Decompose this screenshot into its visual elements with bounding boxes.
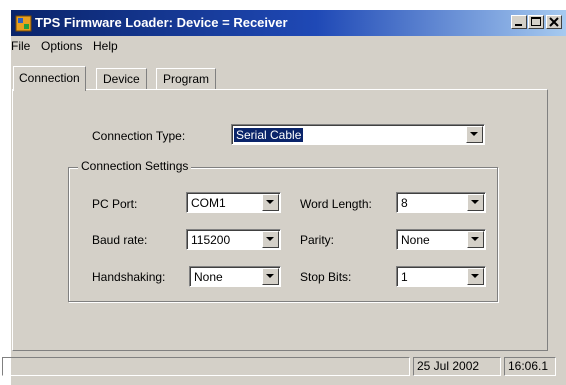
menu-bar: File Options Help bbox=[11, 36, 566, 56]
tab-connection[interactable]: Connection bbox=[13, 66, 86, 91]
maximize-icon bbox=[531, 17, 541, 26]
stop-bits-dropdown-button[interactable] bbox=[467, 268, 484, 285]
chevron-down-icon bbox=[471, 274, 479, 278]
connection-type-label: Connection Type: bbox=[92, 129, 186, 143]
title-bar[interactable]: TPS Firmware Loader: Device = Receiver bbox=[11, 10, 566, 36]
handshaking-select[interactable]: None bbox=[189, 266, 281, 287]
minimize-icon bbox=[515, 24, 522, 26]
status-time: 16:06.1 bbox=[504, 357, 556, 376]
baud-rate-value: 115200 bbox=[191, 233, 231, 247]
pc-port-label: PC Port: bbox=[92, 197, 138, 211]
parity-select[interactable]: None bbox=[396, 229, 486, 250]
word-length-dropdown-button[interactable] bbox=[467, 194, 484, 211]
pc-port-select[interactable]: COM1 bbox=[186, 192, 281, 213]
chevron-down-icon bbox=[266, 200, 274, 204]
connection-type-value: Serial Cable bbox=[234, 128, 304, 142]
baud-rate-select[interactable]: 115200 bbox=[186, 229, 281, 250]
word-length-select[interactable]: 8 bbox=[396, 192, 486, 213]
baud-rate-label: Baud rate: bbox=[92, 233, 148, 247]
chevron-down-icon bbox=[471, 237, 479, 241]
status-message bbox=[2, 357, 410, 376]
chevron-down-icon bbox=[266, 237, 274, 241]
chevron-down-icon bbox=[471, 200, 479, 204]
window-title: TPS Firmware Loader: Device = Receiver bbox=[35, 15, 288, 30]
menu-help[interactable]: Help bbox=[93, 39, 118, 53]
tab-program[interactable]: Program bbox=[156, 68, 217, 90]
close-icon bbox=[549, 17, 559, 27]
status-bar: 25 Jul 2002 16:06.1 bbox=[0, 355, 566, 376]
parity-label: Parity: bbox=[300, 233, 335, 247]
pc-port-value: COM1 bbox=[191, 196, 226, 210]
handshaking-value: None bbox=[194, 270, 223, 284]
parity-value: None bbox=[401, 233, 430, 247]
maximize-button[interactable] bbox=[528, 15, 544, 29]
menu-file[interactable]: File bbox=[11, 39, 30, 53]
stop-bits-value: 1 bbox=[401, 270, 408, 284]
parity-dropdown-button[interactable] bbox=[467, 231, 484, 248]
word-length-value: 8 bbox=[401, 196, 408, 210]
connection-type-select[interactable]: Serial Cable bbox=[231, 124, 485, 145]
pc-port-dropdown-button[interactable] bbox=[262, 194, 279, 211]
app-icon bbox=[15, 15, 32, 32]
menu-options[interactable]: Options bbox=[41, 39, 82, 53]
chevron-down-icon bbox=[470, 132, 478, 136]
stop-bits-select[interactable]: 1 bbox=[396, 266, 486, 287]
chevron-down-icon bbox=[266, 274, 274, 278]
connection-settings-title: Connection Settings bbox=[78, 159, 192, 173]
baud-rate-dropdown-button[interactable] bbox=[262, 231, 279, 248]
word-length-label: Word Length: bbox=[300, 197, 372, 211]
handshaking-dropdown-button[interactable] bbox=[262, 268, 279, 285]
tab-device[interactable]: Device bbox=[96, 68, 147, 90]
close-button[interactable] bbox=[546, 15, 562, 29]
connection-type-dropdown-button[interactable] bbox=[466, 126, 483, 143]
stop-bits-label: Stop Bits: bbox=[300, 270, 352, 284]
minimize-button[interactable] bbox=[511, 15, 527, 29]
status-date: 25 Jul 2002 bbox=[413, 357, 501, 376]
handshaking-label: Handshaking: bbox=[92, 270, 166, 284]
